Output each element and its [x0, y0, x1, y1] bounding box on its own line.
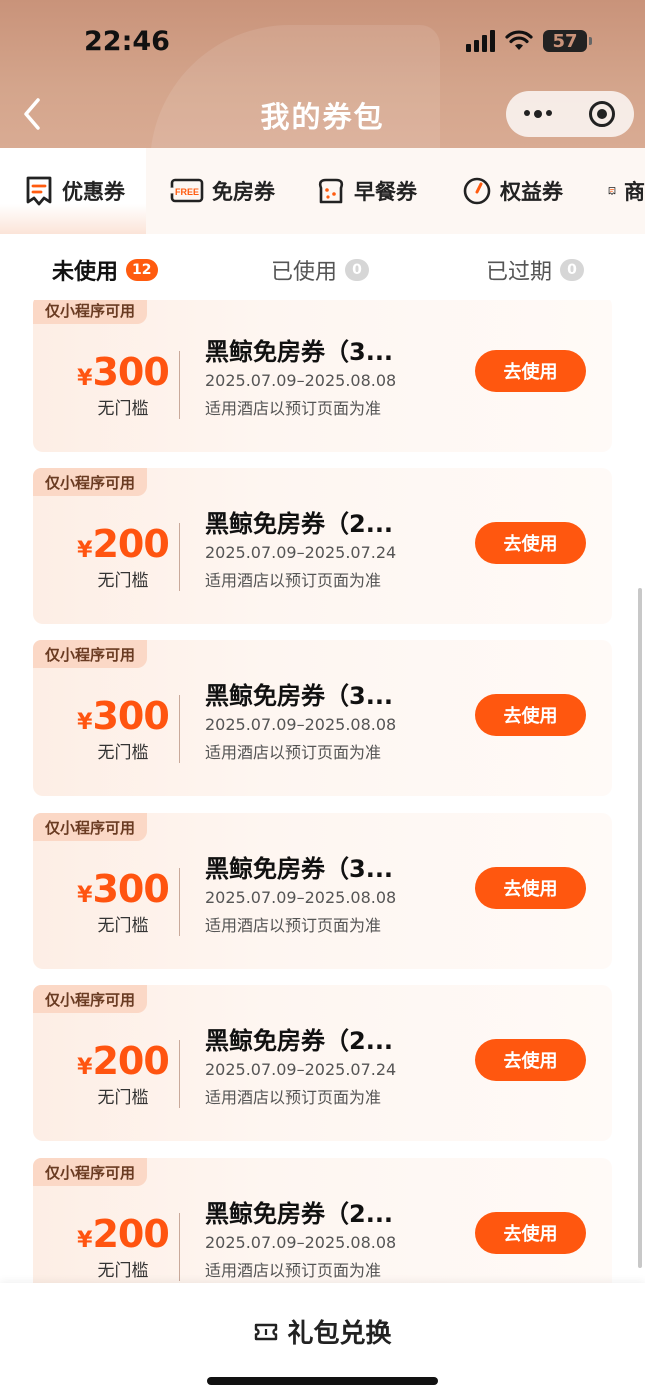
tab-benefit[interactable]: 权益券 [438, 148, 584, 234]
coupon-card: 仅小程序可用 ¥200 无门槛 黑鲸免房券（2... 2025.07.09–20… [33, 468, 612, 624]
coupon-card: 仅小程序可用 ¥300 无门槛 黑鲸免房券（3... 2025.07.09–20… [33, 300, 612, 452]
tab-coupon[interactable]: 优惠券 [0, 148, 146, 234]
header: 22:46 57 我的券包 [0, 0, 645, 148]
more-icon[interactable] [506, 110, 570, 118]
use-button[interactable]: 去使用 [475, 522, 586, 564]
category-tabs: 优惠券 FREE 免房券 早餐券 权益券 商 [0, 148, 645, 234]
coupon-date: 2025.07.09–2025.08.08 [205, 1233, 397, 1252]
status-time: 22:46 [84, 26, 170, 57]
divider [179, 868, 180, 936]
availability-tag: 仅小程序可用 [33, 813, 148, 841]
gift-exchange-label: 礼包兑换 [287, 1319, 392, 1349]
coupon-threshold: 无门槛 [97, 399, 149, 419]
coupon-title: 黑鲸免房券（3... [205, 855, 394, 883]
coupon-note: 适用酒店以预订页面为准 [205, 1088, 382, 1107]
bread-icon [318, 178, 344, 204]
tab-breakfast[interactable]: 早餐券 [292, 148, 438, 234]
coupon-date: 2025.07.09–2025.08.08 [205, 715, 397, 734]
tab-label: 未使用 [52, 260, 119, 285]
tab-free-room[interactable]: FREE 免房券 [146, 148, 292, 234]
divider [179, 1040, 180, 1108]
battery-level: 57 [552, 30, 578, 52]
coupon-amount: ¥300 [77, 867, 170, 911]
coupon-threshold: 无门槛 [97, 916, 149, 936]
svg-text:FREE: FREE [175, 187, 199, 197]
availability-tag: 仅小程序可用 [33, 1158, 148, 1186]
mini-program-capsule [506, 91, 634, 137]
tab-label: 优惠券 [62, 180, 125, 204]
divider [179, 523, 180, 591]
coupon-date: 2025.07.09–2025.08.08 [205, 371, 397, 390]
divider [179, 695, 180, 763]
count-badge: 0 [345, 259, 370, 281]
availability-tag: 仅小程序可用 [33, 985, 148, 1013]
coupon-date: 2025.07.09–2025.08.08 [205, 888, 397, 907]
coupon-date: 2025.07.09–2025.07.24 [205, 1060, 397, 1079]
coupon-threshold: 无门槛 [97, 571, 149, 591]
close-target-icon[interactable] [570, 101, 634, 127]
tab-label: 商 [624, 180, 645, 204]
coupon-list[interactable]: 仅小程序可用 ¥300 无门槛 黑鲸免房券（3... 2025.07.09–20… [0, 300, 645, 1283]
coupon-icon [26, 176, 52, 206]
home-indicator [207, 1377, 438, 1385]
coupon-note: 适用酒店以预订页面为准 [205, 1261, 382, 1280]
use-button[interactable]: 去使用 [475, 867, 586, 909]
coupon-date: 2025.07.09–2025.07.24 [205, 543, 397, 562]
coupon-title: 黑鲸免房券（2... [205, 1027, 394, 1055]
battery-icon: 57 [543, 30, 592, 52]
availability-tag: 仅小程序可用 [33, 468, 148, 496]
coupon-threshold: 无门槛 [97, 1261, 149, 1281]
coupon-title: 黑鲸免房券（2... [205, 1200, 394, 1228]
coupon-card: 仅小程序可用 ¥300 无门槛 黑鲸免房券（3... 2025.07.09–20… [33, 813, 612, 969]
coupon-note: 适用酒店以预订页面为准 [205, 399, 382, 418]
wifi-icon [505, 30, 533, 50]
tab-more[interactable]: 商 [584, 148, 645, 234]
signal-icon [466, 30, 495, 52]
coupon-amount: ¥200 [77, 1212, 170, 1256]
coupon-amount: ¥200 [77, 1039, 170, 1083]
tab-expired[interactable]: 已过期 0 [486, 254, 585, 286]
tab-label: 权益券 [500, 180, 563, 204]
use-button[interactable]: 去使用 [475, 350, 586, 392]
coupon-threshold: 无门槛 [97, 1088, 149, 1108]
use-button[interactable]: 去使用 [475, 1039, 586, 1081]
coupon-amount: ¥300 [77, 694, 170, 738]
availability-tag: 仅小程序可用 [33, 300, 148, 324]
status-tabs: 未使用 12 已使用 0 已过期 0 [0, 234, 645, 300]
count-badge: 0 [560, 259, 585, 281]
coupon-icon [608, 187, 616, 195]
coupon-note: 适用酒店以预订页面为准 [205, 571, 382, 590]
tab-label: 已过期 [486, 260, 553, 285]
coupon-title: 黑鲸免房券（3... [205, 338, 394, 366]
coupon-card: 仅小程序可用 ¥300 无门槛 黑鲸免房券（3... 2025.07.09–20… [33, 640, 612, 796]
coupon-title: 黑鲸免房券（2... [205, 510, 394, 538]
free-room-icon: FREE [170, 178, 204, 203]
status-icons: 57 [466, 30, 592, 52]
use-button[interactable]: 去使用 [475, 694, 586, 736]
ticket-icon [255, 1323, 278, 1340]
coupon-amount: ¥200 [77, 522, 170, 566]
coupon-amount: ¥300 [77, 350, 170, 394]
scrollbar[interactable] [638, 588, 642, 1268]
divider [179, 1213, 180, 1281]
tab-used[interactable]: 已使用 0 [271, 254, 370, 286]
coupon-card: 仅小程序可用 ¥200 无门槛 黑鲸免房券（2... 2025.07.09–20… [33, 985, 612, 1141]
coupon-note: 适用酒店以预订页面为准 [205, 916, 382, 935]
coupon-threshold: 无门槛 [97, 743, 149, 763]
divider [179, 351, 180, 419]
coupon-title: 黑鲸免房券（3... [205, 682, 394, 710]
use-button[interactable]: 去使用 [475, 1212, 586, 1254]
availability-tag: 仅小程序可用 [33, 640, 148, 668]
tab-label: 早餐券 [354, 180, 417, 204]
coupon-note: 适用酒店以预订页面为准 [205, 743, 382, 762]
gift-exchange-button[interactable]: 礼包兑换 [0, 1313, 645, 1350]
tab-label: 已使用 [271, 260, 338, 285]
count-badge: 12 [126, 259, 158, 281]
tab-unused[interactable]: 未使用 12 [52, 254, 158, 286]
gauge-icon [463, 177, 491, 205]
coupon-card: 仅小程序可用 ¥200 无门槛 黑鲸免房券（2... 2025.07.09–20… [33, 1158, 612, 1283]
tab-label: 免房券 [212, 180, 275, 204]
